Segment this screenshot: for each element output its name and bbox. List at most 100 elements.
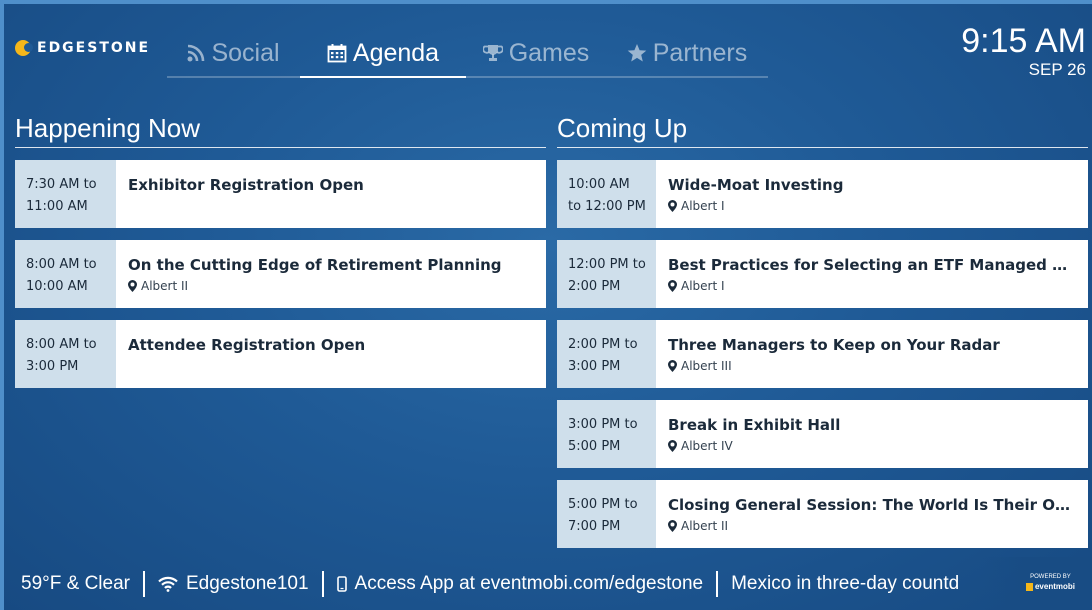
session-location-label: Albert I <box>681 279 725 293</box>
session-card[interactable]: 2:00 PM to 3:00 PM Three Managers to Kee… <box>557 320 1088 388</box>
map-marker-icon <box>668 200 677 212</box>
session-end: 5:00 PM <box>568 439 621 454</box>
happening-now-title: Happening Now <box>15 113 546 148</box>
session-title: On the Cutting Edge of Retirement Planni… <box>128 256 502 274</box>
map-marker-icon <box>668 440 677 452</box>
session-time: 5:00 PM to 7:00 PM <box>557 480 656 548</box>
wifi-icon <box>158 576 178 592</box>
session-start: 2:00 PM to <box>568 337 638 352</box>
left-frame <box>0 0 4 610</box>
tab-social[interactable]: Social <box>167 30 300 76</box>
tab-social-label: Social <box>211 38 280 67</box>
session-location: Albert IV <box>668 438 1076 454</box>
star-icon <box>627 43 647 63</box>
wifi-label: Edgestone101 <box>185 572 309 594</box>
clock: 9:15 AM SEP 26 <box>961 22 1086 80</box>
session-time: 10:00 AM to 12:00 PM <box>557 160 656 228</box>
session-location: Albert III <box>668 358 1076 374</box>
tab-partners[interactable]: Partners <box>606 30 768 76</box>
weather-label: 59°F & Clear <box>21 572 130 594</box>
session-start: 10:00 AM <box>568 177 630 192</box>
brand-logo: EDGESTONE <box>15 40 150 56</box>
ticker-label: Mexico in three-day countd <box>731 572 960 594</box>
session-location: Albert II <box>668 518 1076 534</box>
calendar-icon <box>327 43 347 63</box>
footer-ticker: 59°F & Clear Edgestone101 Access App at … <box>0 557 1092 610</box>
brand-name: EDGESTONE <box>37 40 151 56</box>
session-time: 8:00 AM to 3:00 PM <box>15 320 116 388</box>
session-card[interactable]: 5:00 PM to 7:00 PM Closing General Sessi… <box>557 480 1088 548</box>
session-time: 3:00 PM to 5:00 PM <box>557 400 656 468</box>
news-ticker: Mexico in three-day countd <box>731 573 959 595</box>
ticker-fade <box>982 557 1032 610</box>
map-marker-icon <box>128 280 137 292</box>
session-info: Best Practices for Selecting an ETF Mana… <box>656 240 1088 308</box>
session-time: 2:00 PM to 3:00 PM <box>557 320 656 388</box>
tab-games-label: Games <box>508 38 590 67</box>
footer-divider <box>142 570 145 597</box>
session-end: 3:00 PM <box>568 359 621 374</box>
session-info: Wide-Moat Investing Albert I <box>656 160 1088 228</box>
session-card[interactable]: 10:00 AM to 12:00 PM Wide-Moat Investing… <box>557 160 1088 228</box>
session-start: 12:00 PM to <box>568 257 646 272</box>
tab-agenda-label: Agenda <box>352 38 440 67</box>
session-card[interactable]: 7:30 AM to 11:00 AM Exhibitor Registrati… <box>15 160 546 228</box>
map-marker-icon <box>668 520 677 532</box>
session-card[interactable]: 12:00 PM to 2:00 PM Best Practices for S… <box>557 240 1088 308</box>
session-title: Exhibitor Registration Open <box>128 176 364 194</box>
coming-up-title: Coming Up <box>557 113 1088 148</box>
session-start: 8:00 AM to <box>26 337 97 352</box>
app-label: Access App at eventmobi.com/edgestone <box>354 572 704 594</box>
session-end: 7:00 PM <box>568 519 621 534</box>
session-info: Three Managers to Keep on Your Radar Alb… <box>656 320 1088 388</box>
session-card[interactable]: 8:00 AM to 10:00 AM On the Cutting Edge … <box>15 240 546 308</box>
session-info: On the Cutting Edge of Retirement Planni… <box>116 240 546 308</box>
session-time: 8:00 AM to 10:00 AM <box>15 240 116 308</box>
wifi-info: Edgestone101 <box>158 573 309 595</box>
session-start: 8:00 AM to <box>26 257 97 272</box>
session-location-label: Albert II <box>681 519 729 533</box>
tab-partners-label: Partners <box>652 38 748 67</box>
top-frame <box>0 0 1092 4</box>
session-title: Wide-Moat Investing <box>668 176 844 194</box>
powered-by-badge: POWERED BY eventmobi <box>1025 573 1075 591</box>
edgestone-logo-icon <box>15 40 33 56</box>
session-end: 2:00 PM <box>568 279 621 294</box>
session-info: Break in Exhibit Hall Albert IV <box>656 400 1088 468</box>
footer-divider <box>321 570 324 597</box>
session-location-label: Albert IV <box>681 439 733 453</box>
powered-by-label: POWERED BY <box>1030 574 1071 580</box>
main-nav: Social Agenda Games Partners <box>167 30 768 78</box>
trophy-icon <box>482 44 503 62</box>
mobile-phone-icon <box>336 575 347 592</box>
session-info: Attendee Registration Open <box>116 320 546 388</box>
session-end: 11:00 AM <box>26 199 88 214</box>
rss-icon <box>187 44 205 62</box>
session-time: 7:30 AM to 11:00 AM <box>15 160 116 228</box>
session-title: Attendee Registration Open <box>128 336 366 354</box>
eventmobi-label: eventmobi <box>1034 582 1075 591</box>
session-start: 7:30 AM to <box>26 177 97 192</box>
current-date: SEP 26 <box>1028 60 1086 79</box>
session-card[interactable]: 3:00 PM to 5:00 PM Break in Exhibit Hall… <box>557 400 1088 468</box>
eventmobi-logo-icon <box>1025 583 1033 591</box>
session-title: Break in Exhibit Hall <box>668 416 841 434</box>
session-end: 3:00 PM <box>26 359 79 374</box>
eventmobi-brand: eventmobi <box>1025 582 1075 591</box>
session-end: 10:00 AM <box>26 279 88 294</box>
session-title: Best Practices for Selecting an ETF Mana… <box>668 256 1076 274</box>
session-location: Albert II <box>128 278 534 294</box>
session-title: Three Managers to Keep on Your Radar <box>668 336 1000 354</box>
tab-agenda[interactable]: Agenda <box>300 30 466 78</box>
session-end: to 12:00 PM <box>568 199 646 214</box>
session-location: Albert I <box>668 198 1076 214</box>
session-location-label: Albert II <box>141 279 189 293</box>
map-marker-icon <box>668 360 677 372</box>
session-card[interactable]: 8:00 AM to 3:00 PM Attendee Registration… <box>15 320 546 388</box>
map-marker-icon <box>668 280 677 292</box>
weather-status: 59°F & Clear <box>21 573 130 595</box>
tab-games[interactable]: Games <box>466 30 606 76</box>
current-time: 9:15 AM <box>961 22 1086 60</box>
session-start: 3:00 PM to <box>568 417 638 432</box>
footer-divider <box>716 570 719 597</box>
